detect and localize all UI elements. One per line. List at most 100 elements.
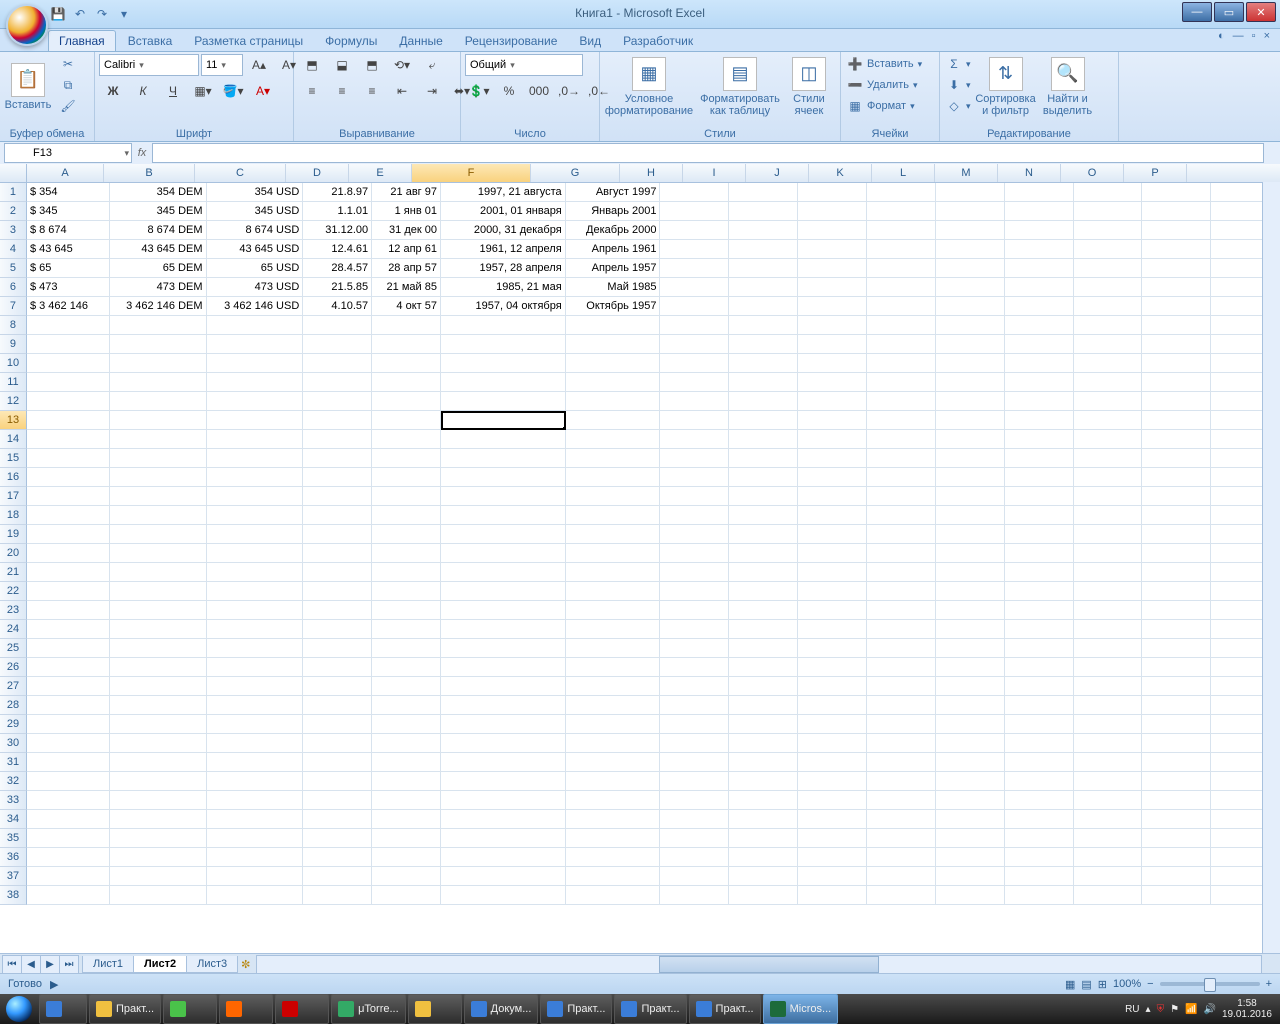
cell[interactable] (1005, 221, 1074, 240)
column-header[interactable]: B (104, 164, 195, 182)
cell[interactable] (1005, 335, 1074, 354)
cell[interactable] (729, 259, 798, 278)
taskbar-item[interactable] (163, 994, 217, 1024)
cell[interactable]: Май 1985 (566, 278, 661, 297)
cell[interactable]: 8 674 DEM (110, 221, 207, 240)
cell[interactable] (110, 734, 207, 753)
cell[interactable] (1074, 810, 1143, 829)
ribbon-tab-4[interactable]: Данные (389, 31, 452, 51)
cell[interactable] (207, 677, 304, 696)
cell[interactable] (660, 791, 729, 810)
cell[interactable] (27, 829, 110, 848)
cell[interactable] (936, 430, 1005, 449)
cell[interactable] (441, 734, 566, 753)
cell[interactable] (303, 791, 372, 810)
cell[interactable] (110, 316, 207, 335)
cell[interactable] (1005, 734, 1074, 753)
cell[interactable]: 28 апр 57 (372, 259, 441, 278)
cell[interactable] (936, 544, 1005, 563)
decrease-indent-button[interactable]: ⇤ (388, 80, 416, 102)
cell[interactable] (372, 525, 441, 544)
paste-button[interactable]: 📋 Вставить (4, 54, 52, 120)
cell[interactable] (27, 848, 110, 867)
sheet-nav-first[interactable]: ⏮ (2, 955, 22, 974)
cell[interactable] (867, 867, 936, 886)
cell[interactable] (936, 259, 1005, 278)
cell[interactable] (110, 677, 207, 696)
cell[interactable] (798, 848, 867, 867)
cell[interactable] (660, 544, 729, 563)
column-header[interactable]: D (286, 164, 349, 182)
sheet-nav-last[interactable]: ⏭ (59, 955, 79, 974)
cell[interactable] (1142, 544, 1211, 563)
cell[interactable] (441, 867, 566, 886)
cell[interactable] (372, 601, 441, 620)
cell[interactable] (441, 392, 566, 411)
cell[interactable] (110, 658, 207, 677)
cell[interactable] (303, 620, 372, 639)
cell[interactable] (936, 810, 1005, 829)
cell[interactable] (303, 582, 372, 601)
cell[interactable] (798, 278, 867, 297)
cell[interactable] (1074, 658, 1143, 677)
view-normal-icon[interactable]: ▦ (1065, 978, 1075, 991)
cell[interactable] (303, 525, 372, 544)
cell[interactable]: 4 окт 57 (372, 297, 441, 316)
cell[interactable] (207, 563, 304, 582)
cell[interactable] (303, 848, 372, 867)
cell[interactable] (303, 639, 372, 658)
cell[interactable]: 31 дек 00 (372, 221, 441, 240)
find-select-button[interactable]: 🔍Найти и выделить (1039, 54, 1097, 120)
column-header[interactable]: P (1124, 164, 1187, 182)
cell[interactable] (867, 525, 936, 544)
scrollbar-thumb[interactable] (659, 956, 879, 973)
cell[interactable] (303, 601, 372, 620)
cell[interactable]: 3 462 146 USD (207, 297, 304, 316)
insert-cells-button[interactable]: ➕Вставить▾ (845, 54, 924, 74)
conditional-formatting-button[interactable]: ▦Условное форматирование (604, 54, 694, 120)
cell[interactable] (1074, 449, 1143, 468)
cell[interactable] (372, 582, 441, 601)
cell[interactable] (1142, 411, 1211, 430)
cell[interactable] (1142, 639, 1211, 658)
cell[interactable] (372, 639, 441, 658)
cell[interactable] (798, 468, 867, 487)
cell[interactable]: Август 1997 (566, 183, 661, 202)
cell[interactable] (1142, 829, 1211, 848)
increase-indent-button[interactable]: ⇥ (418, 80, 446, 102)
cell[interactable] (207, 487, 304, 506)
align-left-button[interactable]: ≡ (298, 80, 326, 102)
cell[interactable] (798, 601, 867, 620)
cell[interactable] (303, 373, 372, 392)
cell[interactable] (1142, 316, 1211, 335)
cell[interactable] (729, 316, 798, 335)
column-header[interactable]: G (531, 164, 620, 182)
cell[interactable] (1074, 411, 1143, 430)
cell[interactable] (110, 696, 207, 715)
cell[interactable] (207, 430, 304, 449)
cell[interactable] (207, 544, 304, 563)
cell[interactable] (1142, 449, 1211, 468)
cell[interactable] (303, 696, 372, 715)
row-header[interactable]: 35 (0, 829, 27, 848)
row-header[interactable]: 29 (0, 715, 27, 734)
cell[interactable] (729, 297, 798, 316)
cell[interactable] (729, 867, 798, 886)
cell[interactable] (441, 449, 566, 468)
cell[interactable]: 12.4.61 (303, 240, 372, 259)
cell[interactable] (660, 259, 729, 278)
cell[interactable] (936, 202, 1005, 221)
cell[interactable] (936, 335, 1005, 354)
cell[interactable] (110, 392, 207, 411)
minimize-button[interactable]: — (1182, 2, 1212, 22)
column-header[interactable]: L (872, 164, 935, 182)
cell[interactable] (867, 791, 936, 810)
cell[interactable] (798, 620, 867, 639)
cell[interactable]: 8 674 USD (207, 221, 304, 240)
cell[interactable]: $ 8 674 (27, 221, 110, 240)
cell[interactable] (867, 240, 936, 259)
cell[interactable] (1005, 563, 1074, 582)
cell[interactable] (303, 772, 372, 791)
cell[interactable] (303, 563, 372, 582)
cell[interactable]: 31.12.00 (303, 221, 372, 240)
